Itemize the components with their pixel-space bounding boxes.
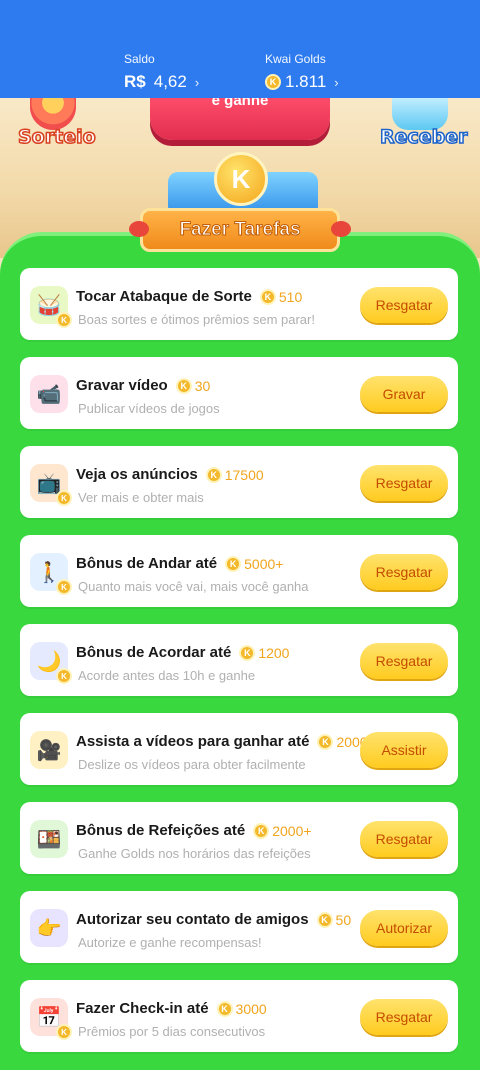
video-camera-icon: 📹 [30,375,68,413]
resgatar-button[interactable]: Resgatar [360,465,448,501]
assistir-button[interactable]: Assistir [360,732,448,768]
task-card: 🚶 K Bônus de Andar até K 5000+ Quanto mais … [20,535,458,607]
kwai-coin-icon: K [216,1000,233,1017]
walking-person-icon: 🚶 K [30,553,72,595]
task-subtitle: Boas sortes e ótimos prêmios sem parar! [78,312,315,327]
kwai-coin-icon: K [253,822,270,839]
task-title: Autorizar seu contato de amigos [76,911,309,928]
task-points: 2000+ [272,822,312,839]
chevron-right-icon: › [334,74,339,90]
receber-label: Receber [379,125,468,149]
tv-ads-icon: 📺 K [30,464,72,506]
kwai-coin-icon: K [56,1024,72,1040]
task-card: 🍱 Bônus de Refeições até K 2000+ Ganhe Gol… [20,802,458,874]
kwai-coin-icon: K [56,668,72,684]
meal-icon: 🍱 [30,820,68,858]
task-list: 🥁 K Tocar Atabaque de Sorte K 510 Boas sort… [20,268,460,1069]
banner-title: Fazer Tarefas [179,219,301,241]
calendar-checkin-icon: 📅 K [30,998,72,1040]
task-card: 📹 Gravar vídeo K 30 Publicar vídeos de jog… [20,357,458,429]
wake-up-moon-icon: 🌙 K [30,642,72,684]
task-title: Gravar vídeo [76,377,168,394]
task-points: 3000 [235,1000,267,1017]
kwai-golds-stat[interactable]: Kwai Golds K 1.811 › [265,52,339,92]
task-title: Bônus de Refeições até [76,822,246,839]
task-points: 5000+ [244,555,284,572]
golds-value: 1.811 [285,72,327,91]
task-subtitle: Prêmios por 5 dias consecutivos [78,1024,266,1039]
task-card: 📅 K Fazer Check-in até K 3000 Prêmios por 5… [20,980,458,1052]
fazer-tarefas-banner: Fazer Tarefas [129,208,351,252]
task-subtitle: Autorize e ganhe recompensas! [78,935,262,950]
task-points: 30 [194,377,211,394]
task-title: Tocar Atabaque de Sorte [76,288,252,305]
resgatar-button[interactable]: Resgatar [360,554,448,590]
kwai-coin-icon: K [175,377,192,394]
task-card: 🌙 K Bônus de Acordar até K 1200 Acorde ante… [20,624,458,696]
kwai-coin-icon: K [56,579,72,595]
resgatar-button[interactable]: Resgatar [360,643,448,679]
autorizar-button[interactable]: Autorizar [360,910,448,946]
task-points: 50 [335,911,352,928]
atabaque-icon: 🥁 K [30,286,72,328]
task-subtitle: Acorde antes das 10h e ganhe [78,668,256,683]
task-points: 510 [278,288,303,305]
kwai-coin-icon: K [205,466,222,483]
saldo-value: 4,62 [153,72,187,91]
task-title: Bônus de Acordar até [76,644,232,661]
contacts-hand-icon: 👉 [30,909,68,947]
gift-box-icon [392,96,448,130]
task-subtitle: Deslize os vídeos para obter facilmente [78,757,306,772]
kwai-coin-icon: K [56,312,72,328]
task-card: 🥁 K Tocar Atabaque de Sorte K 510 Boas sort… [20,268,458,340]
task-points: 1200 [258,644,290,661]
saldo-label: Saldo [124,52,155,66]
task-title: Bônus de Andar até [76,555,218,572]
chevron-right-icon: › [194,74,200,90]
task-subtitle: Ver mais e obter mais [78,490,204,505]
kwai-coin-icon: K [239,644,256,661]
golds-label: Kwai Golds [265,52,326,66]
resgatar-button[interactable]: Resgatar [360,287,448,323]
kwai-coin-icon: K [265,74,281,90]
task-subtitle: Publicar vídeos de jogos [78,401,220,416]
receber-button[interactable]: Receber [379,96,468,156]
task-title: Assista a vídeos para ganhar até [76,733,310,750]
kwai-coin-icon: K [317,733,334,750]
task-subtitle: Quanto mais você vai, mais você ganha [78,579,309,594]
kwai-coin-icon: K [225,555,242,572]
prize-wheel-icon [30,96,76,130]
top-balance-bar: Saldo R$ 4,62 › Kwai Golds K 1.811 › [0,0,480,98]
resgatar-button[interactable]: Resgatar [360,821,448,857]
play-and-win-button[interactable]: e ganhe [150,92,330,140]
task-card: 🎥 Assista a vídeos para ganhar até K 2000 … [20,713,458,785]
task-card: 📺 K Veja os anúncios K 17500 Ver mais e obt… [20,446,458,518]
kwai-coin-icon: K [316,911,333,928]
gravar-button[interactable]: Gravar [360,376,448,412]
task-card: 👉 Autorizar seu contato de amigos K 50 Aut… [20,891,458,963]
crab-icon [129,221,149,237]
movie-camera-icon: 🎥 [30,731,68,769]
currency-symbol: R$ [124,72,146,91]
task-points: 17500 [224,466,264,483]
k-coin-icon: K [214,152,268,206]
sorteio-label: Sorteio [17,125,96,149]
task-title: Veja os anúncios [76,466,198,483]
kwai-coin-icon: K [259,288,276,305]
resgatar-button[interactable]: Resgatar [360,999,448,1035]
task-title: Fazer Check-in até [76,1000,209,1017]
crab-icon [331,221,351,237]
task-subtitle: Ganhe Golds nos horários das refeições [78,846,311,861]
sorteio-button[interactable]: Sorteio [17,96,96,156]
saldo-stat[interactable]: Saldo R$ 4,62 › [124,52,199,92]
kwai-coin-icon: K [56,490,72,506]
